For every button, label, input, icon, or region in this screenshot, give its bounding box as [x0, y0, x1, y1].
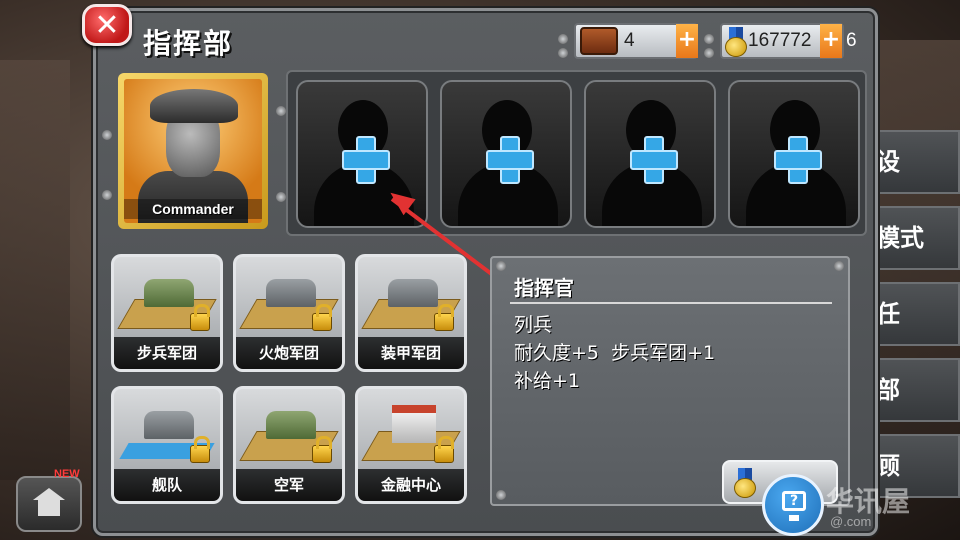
supply-counter: 4 +: [574, 23, 698, 59]
medal-counter: 167772 +: [720, 23, 844, 59]
add-general-plus-icon: [630, 136, 678, 184]
side-tab-4[interactable]: 部: [876, 358, 960, 422]
armor-corps-button[interactable]: 装甲军团: [355, 254, 467, 372]
help-monitor-icon: ?: [782, 491, 806, 511]
add-general-plus-icon: [342, 136, 390, 184]
side-tab-1[interactable]: 设: [876, 130, 960, 194]
general-slot-tray: [286, 70, 867, 236]
corps-label: 装甲军团: [358, 337, 464, 369]
side-tab-label: 设: [876, 148, 900, 176]
commander-portrait: Commander: [124, 79, 262, 223]
bolt-decoration: [558, 34, 568, 44]
general-slot-2[interactable]: [440, 80, 572, 228]
add-supply-button[interactable]: +: [676, 24, 698, 58]
lock-icon: [312, 436, 332, 463]
commander-cap: [150, 89, 238, 123]
corps-label: 火炮军团: [236, 337, 342, 369]
bolt-decoration: [102, 130, 112, 140]
info-divider: [510, 302, 832, 304]
corps-label: 空军: [236, 469, 342, 501]
bolt-decoration: [496, 261, 506, 271]
corps-label: 步兵军团: [114, 337, 220, 369]
bolt-decoration: [704, 48, 714, 58]
lock-icon: [434, 436, 454, 463]
bolt-decoration: [704, 34, 714, 44]
bolt-decoration: [276, 192, 286, 202]
add-medal-button[interactable]: +: [820, 24, 842, 58]
add-general-plus-icon: [774, 136, 822, 184]
medal-icon: [725, 27, 747, 57]
medal-icon: [734, 468, 756, 498]
side-tab-label: 顾: [876, 452, 900, 480]
help-button[interactable]: ?: [762, 474, 824, 536]
financial-center-button[interactable]: 金融中心: [355, 386, 467, 504]
info-title: 指挥官: [514, 276, 574, 300]
corps-label: 舰队: [114, 469, 220, 501]
bolt-decoration: [496, 490, 506, 500]
bolt-decoration: [834, 261, 844, 271]
commander-name: Commander: [124, 199, 262, 219]
medal-value: 167772: [748, 30, 812, 51]
general-slot-3[interactable]: [584, 80, 716, 228]
info-rank: 列兵: [514, 314, 553, 336]
page-title: 指挥部: [143, 27, 234, 60]
bolt-decoration: [558, 48, 568, 58]
air-force-button[interactable]: 空军: [233, 386, 345, 504]
close-x-icon: ✕: [94, 7, 120, 43]
commander-card[interactable]: Commander: [118, 73, 268, 229]
medal-value-overflow: 6: [846, 30, 857, 51]
side-tab-label: 模式: [876, 224, 924, 252]
side-tab-label: 部: [876, 376, 900, 404]
lock-icon: [312, 304, 332, 331]
general-slot-4[interactable]: [728, 80, 860, 228]
navy-button[interactable]: 舰队: [111, 386, 223, 504]
infantry-corps-button[interactable]: 步兵军团: [111, 254, 223, 372]
watermark-url: @.com: [830, 514, 872, 529]
plus-label: +: [821, 27, 841, 52]
side-tab-2[interactable]: 模式: [876, 206, 960, 270]
side-tab-3[interactable]: 任: [876, 282, 960, 346]
home-button[interactable]: [16, 476, 82, 532]
corps-label: 金融中心: [358, 469, 464, 501]
side-tab-label: 任: [876, 300, 900, 328]
info-supply-line: 补给+1: [514, 370, 581, 392]
add-general-plus-icon: [486, 136, 534, 184]
lock-icon: [190, 304, 210, 331]
help-monitor-stand: [789, 515, 799, 521]
artillery-corps-button[interactable]: 火炮军团: [233, 254, 345, 372]
lock-icon: [434, 304, 454, 331]
bolt-decoration: [276, 106, 286, 116]
plus-label: +: [677, 27, 697, 52]
supply-value: 4: [624, 30, 635, 51]
home-icon: [33, 488, 65, 516]
close-button[interactable]: ✕: [82, 4, 132, 46]
new-badge: NEW: [54, 468, 80, 480]
supply-crate-icon: [580, 27, 618, 55]
bolt-decoration: [102, 190, 112, 200]
lock-icon: [190, 436, 210, 463]
background-building-left: [0, 60, 70, 480]
info-bonus-line: 耐久度+5 步兵军团+1: [514, 342, 716, 364]
